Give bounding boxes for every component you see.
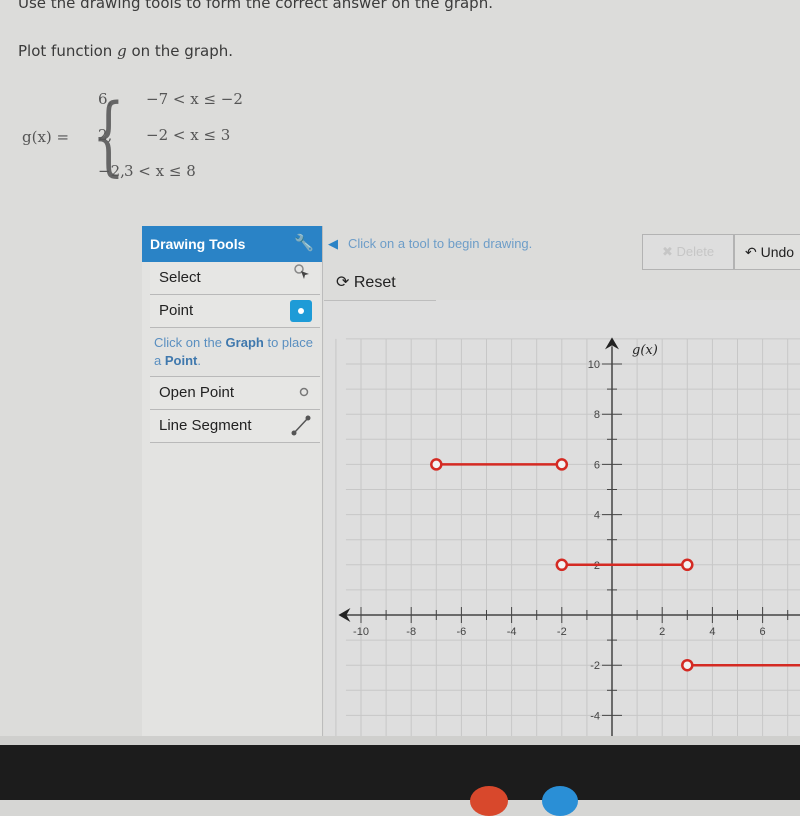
tool-open-point[interactable]: Open Point (150, 377, 320, 410)
drawing-tools-header[interactable]: Drawing Tools 🔧 (142, 226, 322, 262)
tool-hint: Click on the Graph to place a Point. (150, 328, 320, 377)
delete-label: Delete (676, 244, 715, 259)
delete-icon: ✖ (661, 244, 673, 259)
tool-point[interactable]: Point (150, 295, 320, 328)
page: Use the drawing tools to form the correc… (0, 0, 800, 746)
dock-app-icon[interactable] (542, 786, 578, 816)
point-icon (290, 300, 312, 322)
undo-icon: ↶ (745, 244, 757, 260)
drawing-tools-panel: Drawing Tools 🔧 Select Point Click on th… (142, 226, 323, 746)
reset-label: Reset (353, 274, 396, 291)
undo-button[interactable]: ↶ Undo (734, 234, 800, 270)
reset-button[interactable]: ⟳ Reset (324, 266, 436, 301)
wrench-icon: 🔧 (294, 235, 314, 252)
hint-text: . (197, 353, 201, 368)
cursor-icon (292, 262, 312, 294)
delete-button[interactable]: ✖ Delete (642, 234, 734, 270)
drawing-tools-title: Drawing Tools (150, 236, 246, 252)
window-bottom-edge (0, 736, 800, 745)
collapse-arrow-icon[interactable]: ◀ (328, 236, 338, 251)
tool-label: Line Segment (159, 417, 252, 434)
line-segment-icon (290, 410, 312, 452)
status-message: ◀ Click on a tool to begin drawing. (328, 236, 532, 252)
hint-bold: Graph (225, 335, 264, 350)
taskbar (0, 745, 800, 800)
status-bar: ◀ Click on a tool to begin drawing. ✖ Del… (324, 226, 800, 270)
undo-label: Undo (760, 244, 795, 260)
reset-icon: ⟳ (336, 274, 350, 291)
drawing-widget: Drawing Tools 🔧 Select Point Click on th… (142, 226, 800, 746)
tool-label: Open Point (159, 384, 235, 401)
tool-line-segment[interactable]: Line Segment (150, 410, 320, 443)
hint-text: Click on the (154, 335, 226, 350)
hint-bold: Point (164, 353, 198, 368)
dock-app-icon[interactable] (470, 786, 508, 816)
tool-select[interactable]: Select (150, 262, 320, 295)
tool-label: Select (159, 269, 201, 286)
tool-label: Point (159, 302, 194, 319)
status-text: Click on a tool to begin drawing. (348, 236, 533, 251)
